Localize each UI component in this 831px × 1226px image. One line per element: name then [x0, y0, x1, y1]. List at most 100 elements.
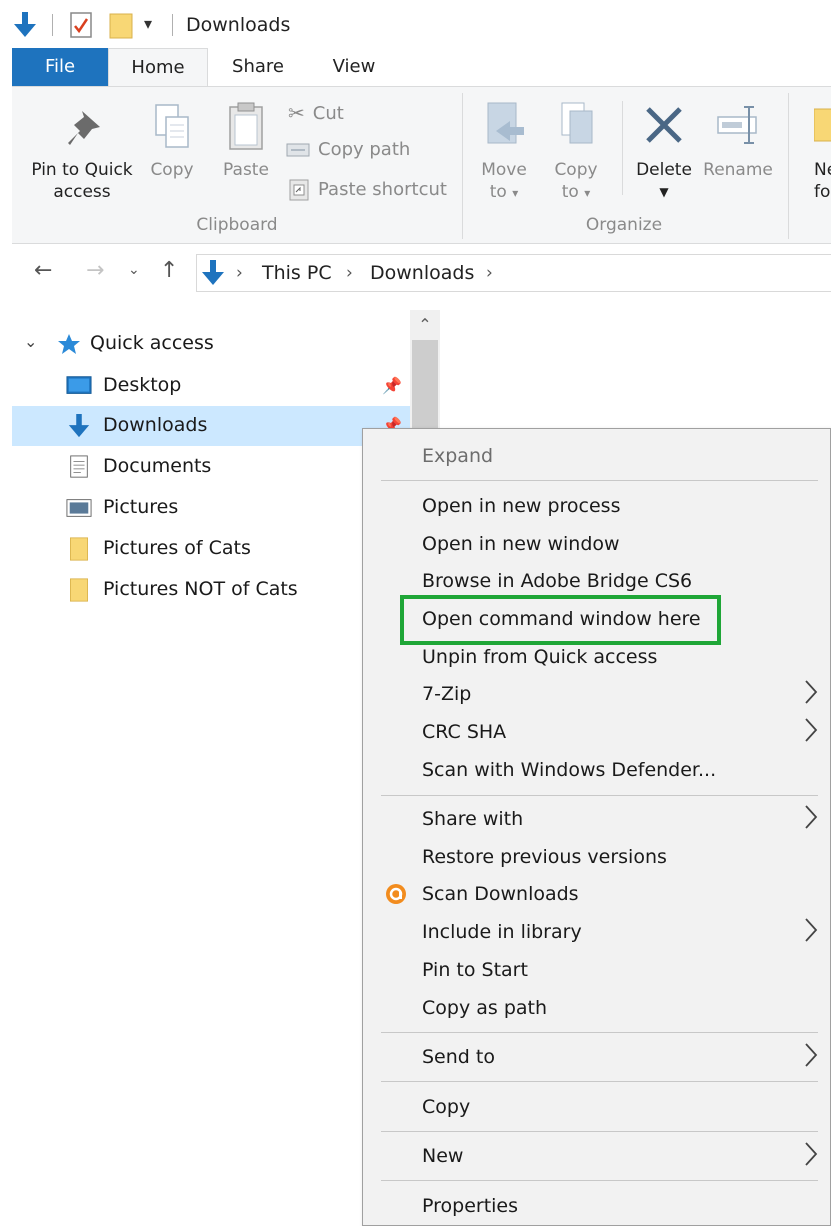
tree-item-label: Desktop — [103, 374, 182, 396]
menu-item-scan-with-windows-defender[interactable]: Scan with Windows Defender... — [363, 751, 831, 789]
cut-button[interactable]: ✂ Cut — [288, 101, 344, 125]
tree-item-desktop[interactable]: Desktop 📌 — [12, 366, 410, 406]
tree-item-downloads[interactable]: Downloads 📌 — [12, 406, 410, 446]
delete-button[interactable]: Delete ▼ — [630, 97, 698, 207]
paste-shortcut-icon — [289, 179, 309, 201]
breadcrumb-chevron-icon[interactable]: › — [486, 263, 493, 283]
breadcrumb-this-pc[interactable]: This PC — [262, 262, 332, 284]
clipboard-group-label: Clipboard — [196, 215, 278, 235]
paste-shortcut-button[interactable]: Paste shortcut — [288, 177, 447, 201]
tree-item-pictures-not-of-cats[interactable]: Pictures NOT of Cats — [12, 570, 410, 610]
folder-icon — [70, 537, 88, 561]
pictures-icon — [66, 499, 92, 517]
new-folder-button[interactable]: Ne fol — [798, 97, 831, 207]
menu-item-include-in-library[interactable]: Include in library — [363, 913, 831, 951]
copy-path-icon — [286, 143, 310, 156]
delete-x-icon — [646, 107, 682, 143]
menu-item-label: Scan Downloads — [422, 883, 579, 905]
copy-icon — [155, 104, 189, 148]
menu-item-scan-downloads[interactable]: Scan Downloads — [363, 875, 831, 913]
menu-item-open-in-new-process[interactable]: Open in new process — [363, 487, 831, 525]
rename-button[interactable]: Rename — [700, 97, 776, 207]
pin-to-quick-access-button[interactable]: Pin to Quick access — [20, 97, 144, 207]
tab-view[interactable]: View — [306, 48, 402, 86]
menu-separator — [381, 795, 818, 796]
group-separator — [788, 93, 789, 239]
menu-item-open-in-new-window[interactable]: Open in new window — [363, 525, 831, 563]
properties-icon[interactable] — [68, 10, 94, 40]
quick-access-label: Quick access — [90, 332, 214, 354]
dropdown-arrow-icon: ▾ — [584, 186, 591, 200]
tree-item-label: Pictures of Cats — [103, 537, 251, 559]
menu-item-7-zip[interactable]: 7-Zip — [363, 675, 831, 713]
rename-label: Rename — [703, 160, 773, 180]
menu-item-send-to[interactable]: Send to — [363, 1038, 831, 1076]
recent-locations-chevron-icon[interactable]: ⌄ — [128, 262, 140, 278]
move-to-label-line1: Move — [481, 160, 527, 180]
submenu-chevron-icon — [805, 1043, 818, 1067]
menu-item-copy-as-path[interactable]: Copy as path — [363, 989, 831, 1027]
copy-to-button[interactable]: Copy to ▾ — [546, 97, 606, 207]
desktop-icon — [66, 376, 92, 394]
new-folder-icon[interactable] — [108, 10, 134, 40]
menu-item-properties[interactable]: Properties — [363, 1187, 831, 1225]
move-to-text: to — [489, 182, 507, 202]
submenu-chevron-icon — [805, 718, 818, 742]
menu-item-label: Unpin from Quick access — [422, 646, 658, 668]
menu-item-share-with[interactable]: Share with — [363, 800, 831, 838]
menu-separator — [381, 1180, 818, 1181]
copy-button[interactable]: Copy — [144, 97, 200, 207]
back-arrow-icon[interactable]: ← — [34, 258, 52, 283]
menu-item-restore-previous-versions[interactable]: Restore previous versions — [363, 838, 831, 876]
documents-icon — [70, 455, 88, 478]
delete-dropdown-icon[interactable]: ▼ — [630, 181, 698, 203]
copy-path-button[interactable]: Copy path — [286, 139, 410, 160]
download-arrow-icon — [68, 414, 90, 438]
menu-item-label: Expand — [422, 445, 494, 467]
move-to-button[interactable]: Move to ▾ — [474, 97, 534, 207]
tab-share[interactable]: Share — [210, 48, 306, 86]
menu-item-label: Include in library — [422, 921, 582, 943]
tree-item-pictures-of-cats[interactable]: Pictures of Cats — [12, 529, 410, 569]
breadcrumb-downloads[interactable]: Downloads — [370, 262, 474, 284]
move-to-icon — [487, 102, 524, 144]
paste-icon — [229, 102, 263, 150]
customize-toolbar-icon[interactable]: ▾ — [144, 14, 152, 33]
context-menu: Expand Open in new process Open in new w… — [362, 428, 831, 1226]
tab-home[interactable]: Home — [108, 48, 208, 86]
menu-separator — [381, 1032, 818, 1033]
menu-separator — [381, 1131, 818, 1132]
tree-item-label: Pictures NOT of Cats — [103, 578, 298, 600]
forward-arrow-icon[interactable]: → — [86, 258, 104, 283]
folder-icon — [70, 578, 88, 602]
paste-button[interactable]: Paste — [216, 97, 276, 207]
menu-item-label: CRC SHA — [422, 721, 507, 743]
title-bar: ▾ Downloads — [0, 0, 831, 48]
submenu-chevron-icon — [805, 918, 818, 942]
expand-chevron-icon[interactable]: ⌄ — [24, 332, 37, 351]
menu-item-label: Share with — [422, 808, 524, 830]
tree-item-quick-access[interactable]: ⌄ Quick access — [12, 324, 410, 364]
tab-file[interactable]: File — [12, 48, 108, 86]
paste-shortcut-label: Paste shortcut — [318, 178, 447, 200]
scroll-up-icon[interactable]: ⌃ — [410, 310, 440, 340]
breadcrumb-chevron-icon[interactable]: › — [346, 263, 353, 283]
ribbon-tabs: File Home Share View — [0, 48, 831, 86]
menu-item-label: Browse in Adobe Bridge CS6 — [422, 570, 693, 592]
menu-item-new[interactable]: New — [363, 1137, 831, 1175]
menu-item-label: Open in new window — [422, 533, 620, 555]
download-arrow-icon — [202, 260, 224, 285]
delete-label: Delete — [636, 160, 692, 180]
menu-item-pin-to-start[interactable]: Pin to Start — [363, 951, 831, 989]
menu-item-copy[interactable]: Copy — [363, 1088, 831, 1126]
menu-item-expand[interactable]: Expand — [363, 437, 831, 475]
up-arrow-icon[interactable]: ↑ — [160, 258, 178, 283]
breadcrumb-chevron-icon[interactable]: › — [236, 263, 243, 283]
new-folder-label-line2: fol — [814, 182, 831, 202]
menu-item-crc-sha[interactable]: CRC SHA — [363, 713, 831, 751]
menu-item-label: Copy as path — [422, 997, 548, 1019]
menu-item-label: Restore previous versions — [422, 846, 667, 868]
tree-item-documents[interactable]: Documents — [12, 447, 410, 487]
submenu-chevron-icon — [805, 680, 818, 704]
tree-item-pictures[interactable]: Pictures — [12, 488, 410, 528]
